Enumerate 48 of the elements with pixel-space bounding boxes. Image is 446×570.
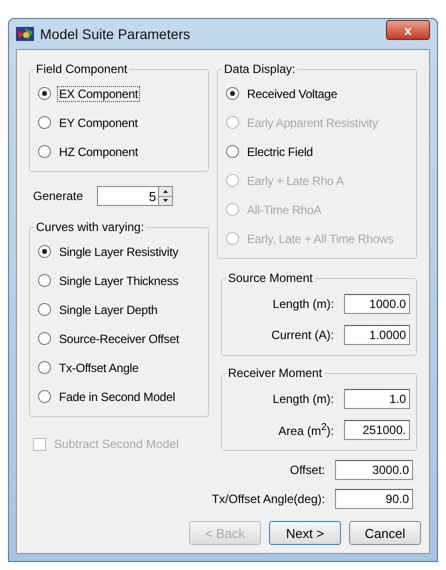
group-title: Data Display:: [223, 62, 296, 76]
window-title: Model Suite Parameters: [40, 26, 192, 42]
radio-label[interactable]: Tx-Offset Angle: [58, 360, 140, 374]
field-label: Length (m):: [272, 296, 334, 310]
radio-button[interactable]: [38, 361, 51, 374]
radio-label[interactable]: Electric Field: [246, 144, 314, 158]
radio-label[interactable]: Single Layer Resistivity: [58, 244, 180, 258]
group-title: Source Moment: [227, 271, 314, 285]
close-button[interactable]: x: [386, 20, 430, 40]
input-field[interactable]: 1.0: [344, 388, 410, 408]
group-title: Curves with varying:: [35, 220, 146, 234]
app-icon: [16, 26, 34, 42]
dialog-button[interactable]: Cancel: [349, 521, 421, 545]
radio-label[interactable]: Single Layer Depth: [58, 302, 158, 316]
radio-label[interactable]: Source-Receiver Offset: [58, 332, 180, 346]
radio-label[interactable]: EX Component: [58, 86, 139, 100]
input-field[interactable]: 90.0: [335, 488, 413, 508]
field-label: Length (m):: [272, 392, 334, 406]
input-field[interactable]: 1000.0: [344, 294, 410, 314]
radio-label[interactable]: Fade in Second Model: [58, 390, 176, 404]
radio-button[interactable]: [38, 87, 51, 100]
radio-button[interactable]: [38, 303, 51, 316]
radio-label[interactable]: HZ Component: [58, 144, 139, 158]
group-title: Receiver Moment: [227, 366, 324, 380]
radio-label[interactable]: Single Layer Thickness: [58, 274, 180, 288]
spin-up-icon[interactable]: [163, 190, 168, 193]
input-field[interactable]: 3000.0: [335, 460, 413, 480]
radio-button[interactable]: [38, 390, 51, 403]
generate-label: Generate: [33, 189, 84, 203]
spin-down-icon[interactable]: [163, 199, 168, 202]
dialog-button[interactable]: Next >: [269, 521, 341, 545]
radio-button[interactable]: [38, 245, 51, 258]
radio-label[interactable]: EY Component: [58, 116, 139, 130]
radio-button[interactable]: [38, 116, 51, 129]
field-label: Offset:: [290, 462, 325, 476]
radio-button[interactable]: [38, 274, 51, 287]
radio-button[interactable]: [38, 332, 51, 345]
input-field[interactable]: 251000.: [344, 420, 410, 440]
radio-button[interactable]: [226, 87, 239, 100]
group-title: Field Component: [35, 62, 128, 76]
spin-field[interactable]: 5: [97, 186, 160, 206]
radio-label[interactable]: Received Voltage: [246, 86, 338, 100]
radio-button[interactable]: [226, 145, 239, 158]
field-label: Area (m$^{2}$):: [278, 422, 334, 438]
input-field[interactable]: 1.0000: [344, 324, 410, 344]
radio-button[interactable]: [38, 145, 51, 158]
field-label: Current (A):: [271, 328, 334, 342]
field-label: Tx/Offset Angle(deg):: [212, 492, 325, 506]
